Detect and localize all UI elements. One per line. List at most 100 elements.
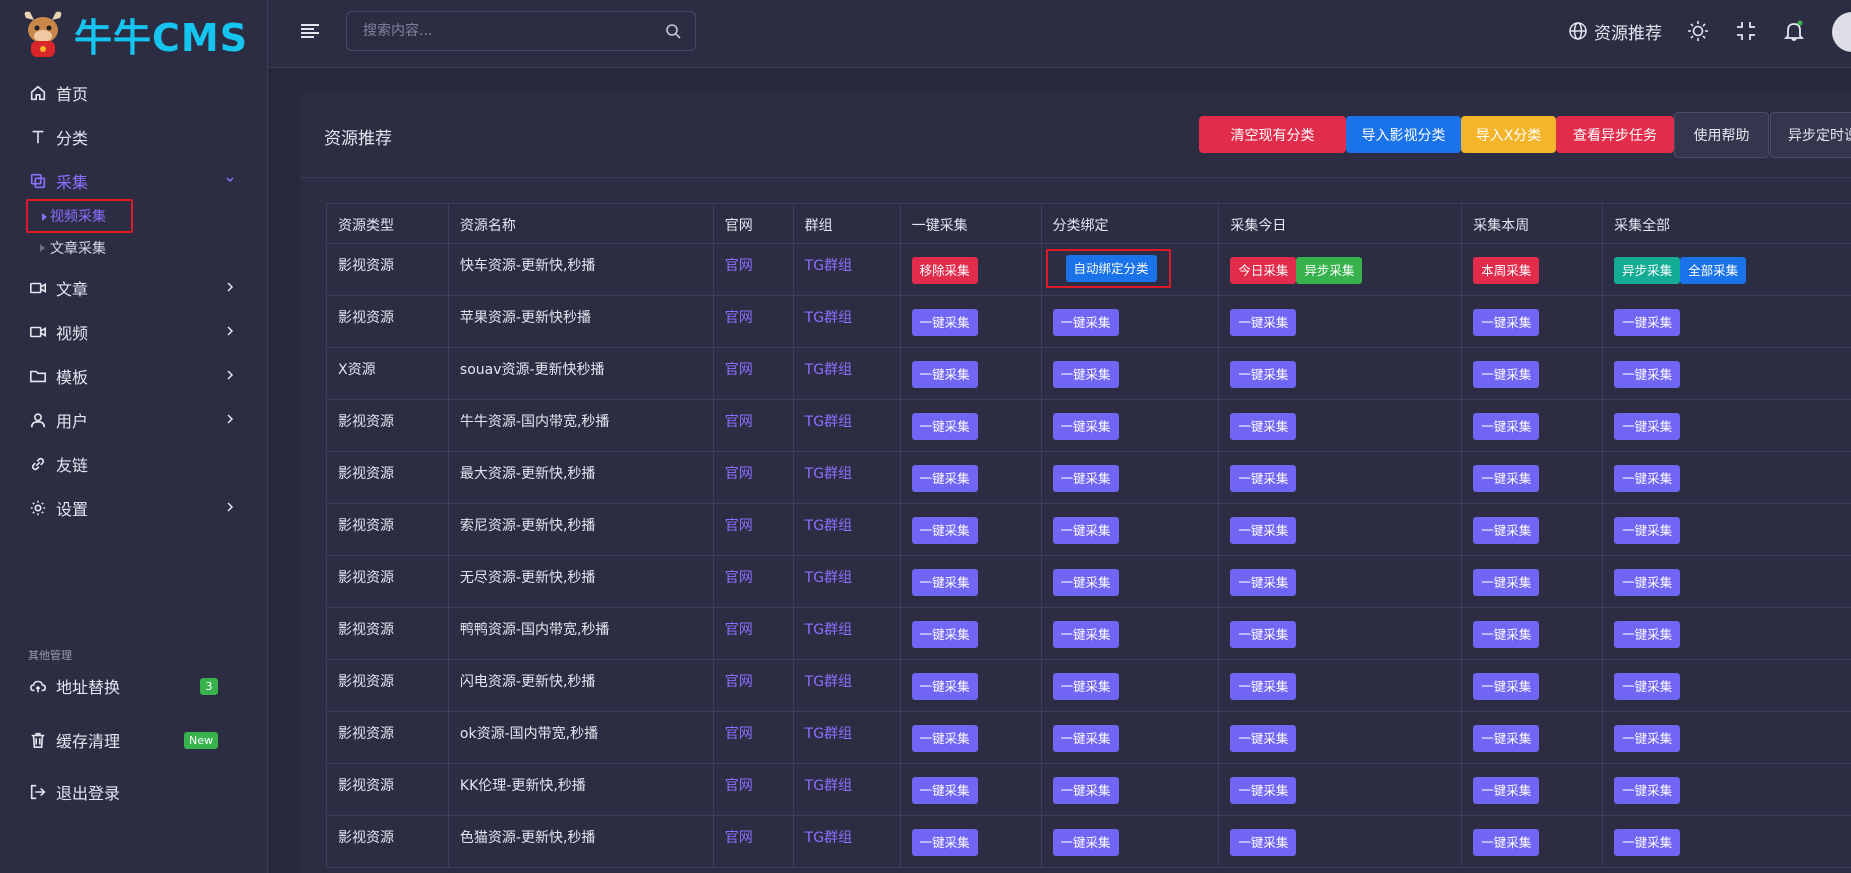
help-button[interactable]: 使用帮助: [1674, 112, 1769, 158]
official-site-link[interactable]: 官网: [712, 243, 794, 296]
tg-group-link[interactable]: TG群组: [792, 763, 901, 816]
one-click-today-button[interactable]: 一键采集: [1230, 361, 1297, 388]
one-click-bind-button[interactable]: 一键采集: [1052, 569, 1119, 596]
one-click-collect-button[interactable]: 一键采集: [911, 569, 978, 596]
official-site-link[interactable]: 官网: [712, 711, 794, 764]
one-click-all-button[interactable]: 一键采集: [1614, 309, 1681, 336]
one-click-all-button[interactable]: 一键采集: [1614, 361, 1681, 388]
one-click-collect-button[interactable]: 一键采集: [911, 777, 978, 804]
one-click-all-button[interactable]: 一键采集: [1614, 569, 1681, 596]
one-click-week-button[interactable]: 一键采集: [1473, 517, 1540, 544]
tg-group-link[interactable]: TG群组: [792, 503, 901, 556]
official-site-link[interactable]: 官网: [712, 555, 794, 608]
official-site-link[interactable]: 官网: [712, 347, 794, 400]
sidebar-item-user[interactable]: 用户: [18, 400, 248, 440]
one-click-today-button[interactable]: 一键采集: [1230, 309, 1297, 336]
one-click-bind-button[interactable]: 一键采集: [1052, 777, 1119, 804]
one-click-all-button[interactable]: 一键采集: [1614, 777, 1681, 804]
one-click-week-button[interactable]: 一键采集: [1473, 465, 1540, 492]
remove-collect-button[interactable]: 移除采集: [911, 257, 978, 284]
one-click-all-button[interactable]: 一键采集: [1614, 725, 1681, 752]
notification-bell-icon[interactable]: [1783, 20, 1805, 42]
official-site-link[interactable]: 官网: [712, 659, 794, 712]
one-click-bind-button[interactable]: 一键采集: [1052, 829, 1119, 856]
sidebar-item-article[interactable]: 文章: [18, 268, 248, 308]
official-site-link[interactable]: 官网: [712, 503, 794, 556]
one-click-week-button[interactable]: 一键采集: [1473, 413, 1540, 440]
official-site-link[interactable]: 官网: [712, 763, 794, 816]
search-input[interactable]: [347, 12, 647, 50]
one-click-collect-button[interactable]: 一键采集: [911, 725, 978, 752]
menu-toggle-icon[interactable]: [300, 22, 320, 40]
sidebar-item-cache-clear[interactable]: 缓存清理 New: [18, 720, 248, 760]
one-click-today-button[interactable]: 一键采集: [1230, 569, 1297, 596]
async-collect-today-button[interactable]: 异步采集: [1296, 257, 1363, 284]
official-site-link[interactable]: 官网: [712, 399, 794, 452]
sidebar-item-address-replace[interactable]: 地址替换 3: [18, 666, 248, 706]
one-click-week-button[interactable]: 一键采集: [1473, 777, 1540, 804]
auto-bind-category-button[interactable]: 自动绑定分类: [1065, 255, 1157, 282]
clear-categories-button[interactable]: 清空现有分类: [1199, 116, 1346, 153]
view-async-tasks-button[interactable]: 查看异步任务: [1556, 116, 1674, 153]
official-site-link[interactable]: 官网: [712, 451, 794, 504]
one-click-today-button[interactable]: 一键采集: [1230, 829, 1297, 856]
tg-group-link[interactable]: TG群组: [792, 243, 901, 296]
resource-recommend-link[interactable]: 资源推荐: [1568, 18, 1662, 44]
sub-item-video-collect[interactable]: 视频采集: [26, 199, 133, 233]
sidebar-item-home[interactable]: 首页: [18, 73, 248, 113]
tg-group-link[interactable]: TG群组: [792, 451, 901, 504]
one-click-collect-button[interactable]: 一键采集: [911, 829, 978, 856]
one-click-week-button[interactable]: 一键采集: [1473, 829, 1540, 856]
one-click-today-button[interactable]: 一键采集: [1230, 725, 1297, 752]
official-site-link[interactable]: 官网: [712, 815, 794, 868]
tg-group-link[interactable]: TG群组: [792, 607, 901, 660]
one-click-all-button[interactable]: 一键采集: [1614, 829, 1681, 856]
tg-group-link[interactable]: TG群组: [792, 659, 901, 712]
tg-group-link[interactable]: TG群组: [792, 555, 901, 608]
sub-item-article-collect[interactable]: 文章采集: [26, 232, 106, 264]
one-click-week-button[interactable]: 一键采集: [1473, 569, 1540, 596]
one-click-collect-button[interactable]: 一键采集: [911, 309, 978, 336]
import-video-categories-button[interactable]: 导入影视分类: [1346, 116, 1461, 153]
one-click-bind-button[interactable]: 一键采集: [1052, 621, 1119, 648]
collect-today-button[interactable]: 今日采集: [1230, 257, 1297, 284]
one-click-collect-button[interactable]: 一键采集: [911, 673, 978, 700]
collect-week-button[interactable]: 本周采集: [1473, 257, 1540, 284]
tg-group-link[interactable]: TG群组: [792, 295, 901, 348]
theme-toggle-icon[interactable]: [1687, 20, 1709, 42]
one-click-collect-button[interactable]: 一键采集: [911, 361, 978, 388]
one-click-week-button[interactable]: 一键采集: [1473, 361, 1540, 388]
one-click-today-button[interactable]: 一键采集: [1230, 413, 1297, 440]
async-collect-all-button[interactable]: 异步采集: [1614, 257, 1681, 284]
sidebar-item-links[interactable]: 友链: [18, 444, 248, 484]
one-click-all-button[interactable]: 一键采集: [1614, 621, 1681, 648]
sidebar-item-settings[interactable]: 设置: [18, 488, 248, 528]
one-click-bind-button[interactable]: 一键采集: [1052, 465, 1119, 492]
search-icon[interactable]: [665, 23, 681, 39]
official-site-link[interactable]: 官网: [712, 295, 794, 348]
one-click-week-button[interactable]: 一键采集: [1473, 621, 1540, 648]
async-schedule-help-button[interactable]: 异步定时说明: [1770, 112, 1851, 158]
one-click-bind-button[interactable]: 一键采集: [1052, 309, 1119, 336]
sidebar-item-logout[interactable]: 退出登录: [18, 772, 248, 812]
one-click-all-button[interactable]: 一键采集: [1614, 465, 1681, 492]
collect-all-button[interactable]: 全部采集: [1680, 257, 1747, 284]
sidebar-item-category[interactable]: 分类: [18, 117, 248, 157]
one-click-all-button[interactable]: 一键采集: [1614, 517, 1681, 544]
one-click-today-button[interactable]: 一键采集: [1230, 673, 1297, 700]
one-click-bind-button[interactable]: 一键采集: [1052, 517, 1119, 544]
sidebar-item-collect[interactable]: 采集: [18, 161, 248, 201]
one-click-all-button[interactable]: 一键采集: [1614, 673, 1681, 700]
one-click-today-button[interactable]: 一键采集: [1230, 465, 1297, 492]
one-click-bind-button[interactable]: 一键采集: [1052, 413, 1119, 440]
import-x-categories-button[interactable]: 导入X分类: [1461, 116, 1556, 153]
tg-group-link[interactable]: TG群组: [792, 347, 901, 400]
one-click-bind-button[interactable]: 一键采集: [1052, 725, 1119, 752]
sidebar-item-template[interactable]: 模板: [18, 356, 248, 396]
fullscreen-exit-icon[interactable]: [1735, 20, 1757, 42]
one-click-collect-button[interactable]: 一键采集: [911, 465, 978, 492]
tg-group-link[interactable]: TG群组: [792, 815, 901, 868]
one-click-bind-button[interactable]: 一键采集: [1052, 673, 1119, 700]
tg-group-link[interactable]: TG群组: [792, 711, 901, 764]
one-click-today-button[interactable]: 一键采集: [1230, 517, 1297, 544]
